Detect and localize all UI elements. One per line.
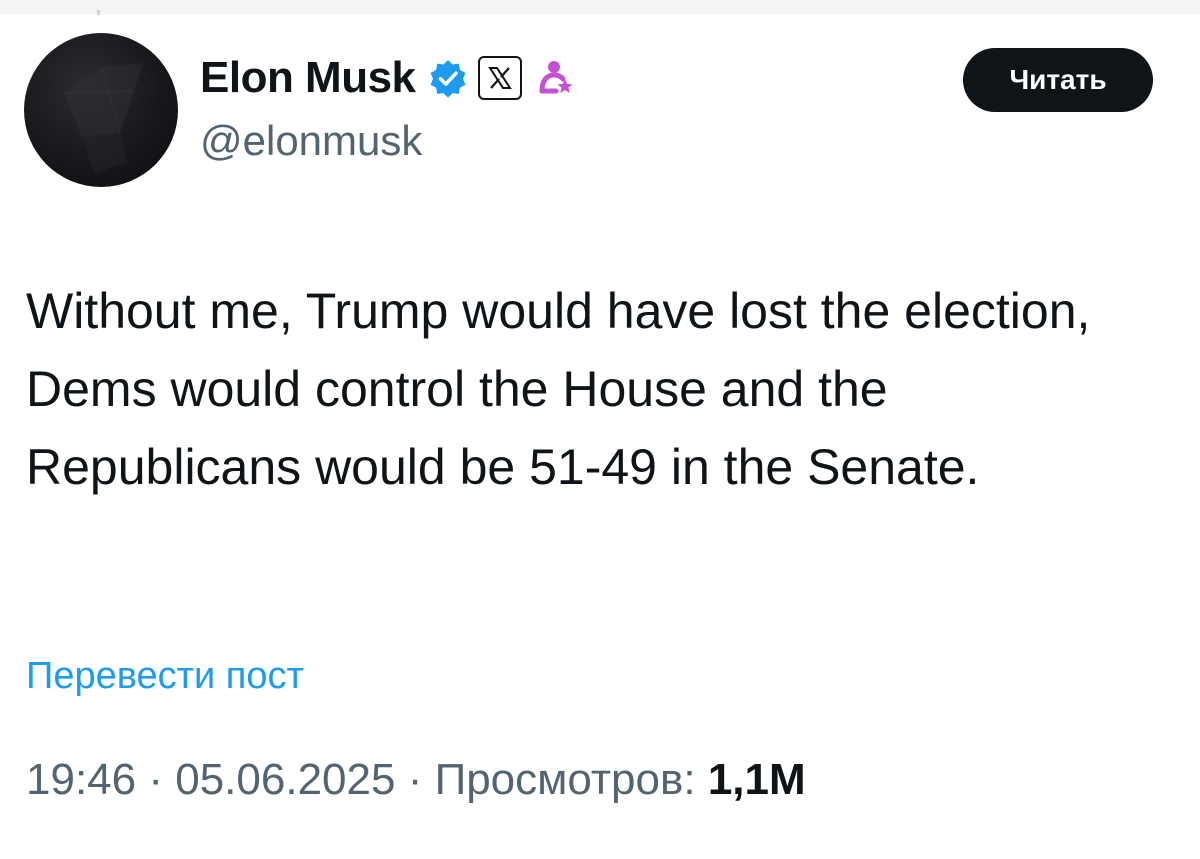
translate-post-link[interactable]: Перевести пост: [26, 655, 304, 698]
author-display-name[interactable]: Elon Musk: [200, 56, 416, 100]
views-label: Просмотров:: [434, 755, 696, 804]
top-mark: [97, 10, 100, 15]
post-date[interactable]: 05.06.2025: [175, 755, 395, 804]
avatar-image-icon: [63, 63, 144, 173]
government-affiliation-icon: [539, 61, 573, 94]
post-time[interactable]: 19:46: [26, 755, 136, 804]
follow-button[interactable]: Читать: [963, 48, 1153, 112]
meta-separator: ·: [148, 755, 163, 804]
meta-separator: ·: [407, 755, 423, 804]
verified-checkmark-icon: [430, 60, 466, 98]
avatar[interactable]: [24, 33, 178, 187]
author-handle[interactable]: @elonmusk: [200, 117, 422, 164]
post-metadata: 19:46 · 05.06.2025 · Просмотров: 1,1M: [26, 755, 806, 805]
x-logo-icon: [477, 56, 522, 100]
views-count[interactable]: 1,1M: [708, 755, 806, 804]
top-strip: [0, 0, 1200, 14]
tweet-page: Elon Musk @elonmusk Читать Without me, T…: [0, 0, 1200, 859]
post-text: Without me, Trump would have lost the el…: [26, 283, 1091, 495]
author-name-row: Elon Musk: [200, 50, 576, 106]
